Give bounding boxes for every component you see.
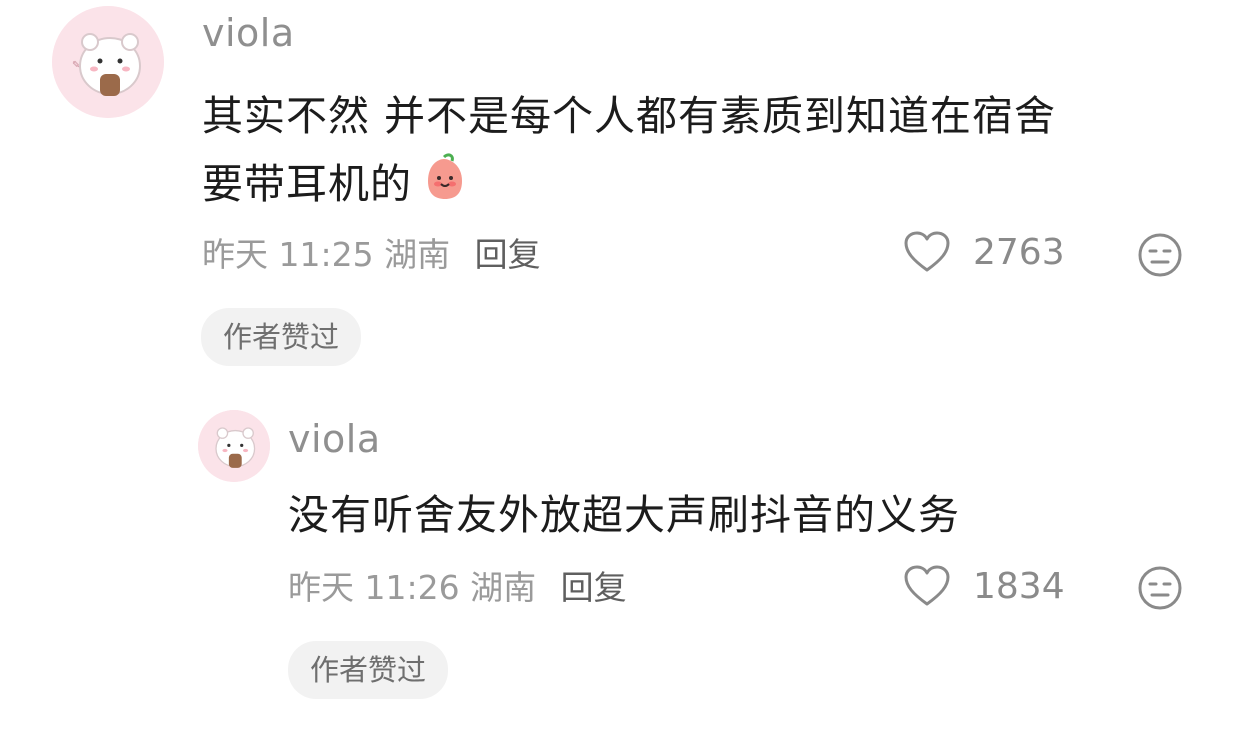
- author-liked-badge: 作者赞过: [201, 308, 362, 366]
- comment-location: 湖南: [384, 235, 451, 274]
- meh-face-icon: [1138, 233, 1182, 277]
- avatar[interactable]: ✎: [52, 6, 164, 118]
- meh-face-icon: [1138, 566, 1182, 610]
- comment-text: 其实不然 并不是每个人都有素质到知道在宿舍 要带耳机的: [202, 82, 1202, 223]
- comment-meta: 昨天 11:26 湖南 回复: [288, 571, 627, 604]
- heart-icon: [904, 565, 950, 606]
- comment-username[interactable]: viola: [288, 420, 381, 458]
- like-button[interactable]: 2763: [903, 230, 1065, 274]
- peach-face-emoji-icon: [418, 151, 470, 223]
- author-liked-badge: 作者赞过: [288, 641, 449, 699]
- comment-text-line: 其实不然 并不是每个人都有素质到知道在宿舍: [202, 92, 1057, 140]
- heart-icon: [904, 231, 950, 272]
- comment-meta: 昨天 11:25 湖南 回复: [202, 238, 541, 271]
- reply-button[interactable]: 回复: [561, 568, 627, 607]
- bear-avatar-icon: ✎: [52, 6, 164, 118]
- comment-text-line: 要带耳机的: [202, 150, 1202, 223]
- like-button[interactable]: 1834: [903, 564, 1065, 608]
- like-count: 2763: [973, 231, 1065, 273]
- comment-time: 昨天 11:25: [202, 235, 374, 274]
- comment-time: 昨天 11:26: [288, 568, 460, 607]
- like-count: 1834: [973, 565, 1065, 607]
- bear-avatar-icon: [198, 410, 270, 482]
- svg-text:✎: ✎: [72, 60, 80, 71]
- dislike-button[interactable]: [1137, 565, 1183, 615]
- dislike-button[interactable]: [1137, 232, 1183, 282]
- comment-text: 没有听舍友外放超大声刷抖音的义务: [288, 491, 960, 539]
- comment-text-line-end: 要带耳机的: [202, 160, 412, 208]
- reply-button[interactable]: 回复: [475, 235, 541, 274]
- avatar[interactable]: [198, 410, 270, 482]
- comment-username[interactable]: viola: [202, 14, 295, 52]
- comment-location: 湖南: [470, 568, 537, 607]
